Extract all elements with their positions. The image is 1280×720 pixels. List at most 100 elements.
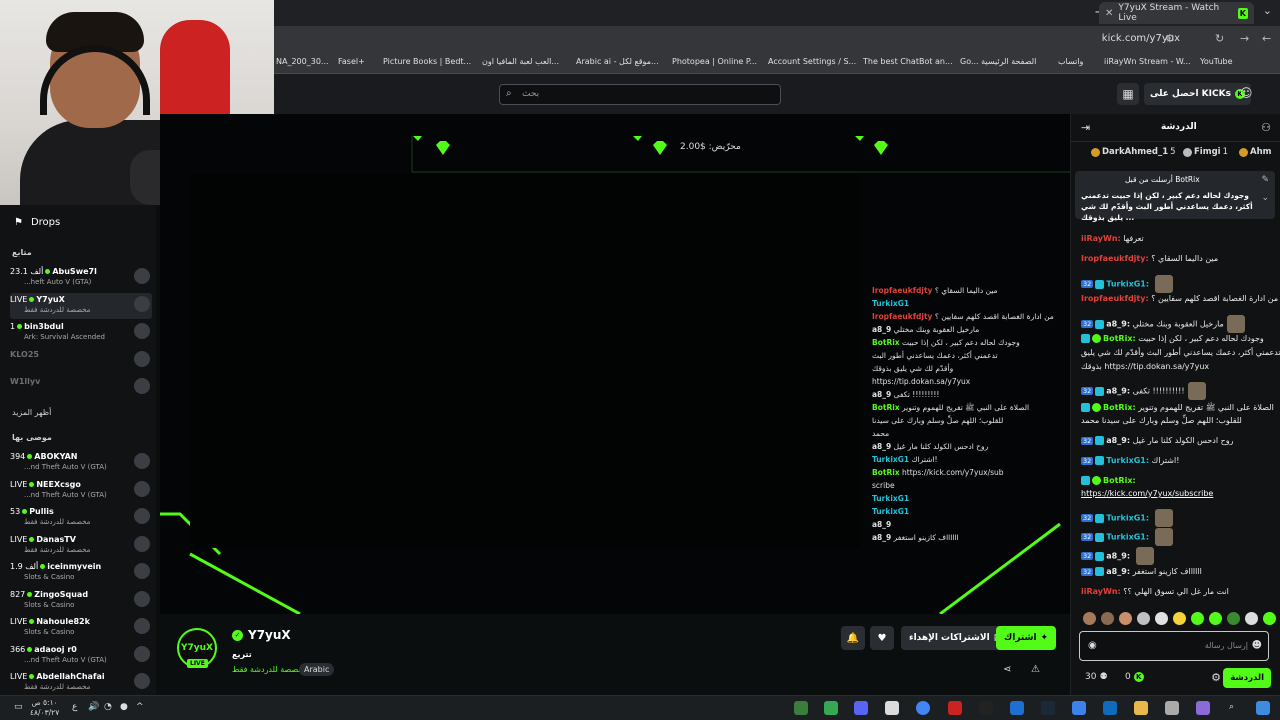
- bookmark-google[interactable]: Go... الصفحة الرئيسية: [960, 57, 1036, 66]
- bookmark-account-settings[interactable]: Account Settings / S...: [768, 57, 856, 66]
- pin-icon[interactable]: ✎: [1261, 175, 1269, 185]
- bookmark-chatbot[interactable]: The best ChatBot an...: [863, 57, 953, 66]
- sidebar-channel-item[interactable]: LIVE DanasTV مخصصة للدردشة فقط: [10, 533, 152, 559]
- emote-icon[interactable]: [1155, 612, 1168, 625]
- chat-message[interactable]: للقلوب؛ اللهم صلِّ وسلم وبارك على سيدنا …: [1081, 416, 1242, 425]
- gifter-item[interactable]: Ahm: [1239, 147, 1272, 157]
- emote-icon[interactable]: [1209, 612, 1222, 625]
- smiley-icon[interactable]: ☻: [1252, 640, 1262, 651]
- site-settings-icon[interactable]: ⚙: [1165, 32, 1175, 45]
- gift-subs-button[interactable]: الاشتراكات الإهداء ▤: [901, 626, 1011, 650]
- chat-username[interactable]: BotRix:: [1103, 476, 1136, 485]
- subscribe-button[interactable]: اشتراك ✦: [996, 626, 1057, 650]
- mic-icon[interactable]: ●: [120, 702, 128, 712]
- notification-icon[interactable]: ▭: [14, 702, 23, 712]
- emote-icon[interactable]: [1245, 612, 1258, 625]
- chat-username[interactable]: a8_9:: [1106, 436, 1130, 445]
- bookmark-photopea[interactable]: Photopea | Online P...: [672, 57, 757, 66]
- chevron-down-icon[interactable]: ⌄: [1261, 193, 1269, 203]
- chat-message[interactable]: بذوقك https://tip.dokan.sa/y7yux: [1081, 362, 1209, 371]
- emote-icon[interactable]: [1227, 612, 1240, 625]
- bookmark-youtube[interactable]: YouTube: [1200, 57, 1233, 66]
- emote-icon[interactable]: [1119, 612, 1132, 625]
- user-menu-icon[interactable]: ☺: [1240, 86, 1253, 100]
- search-icon[interactable]: ⌕: [1229, 702, 1234, 712]
- chat-username[interactable]: TurkixG1:: [1106, 280, 1149, 289]
- drops-link[interactable]: ⚑ Drops: [14, 217, 60, 228]
- chat-username[interactable]: Iropfaeukfdjty:: [1081, 294, 1149, 303]
- chat-settings-gear-icon[interactable]: ⚙: [1211, 671, 1221, 684]
- emote-icon[interactable]: [1137, 612, 1150, 625]
- reload-icon[interactable]: ↻: [1215, 32, 1224, 45]
- forward-icon[interactable]: →: [1240, 32, 1249, 45]
- file-explorer-icon[interactable]: [1134, 701, 1148, 715]
- chat-message[interactable]: 32 TurkixG1: اشتراك!: [1081, 456, 1179, 465]
- chat-message[interactable]: https://kick.com/y7yux/subscribe: [1081, 489, 1213, 498]
- chat-username[interactable]: a8_9:: [1106, 387, 1130, 396]
- obs-icon[interactable]: [948, 701, 962, 715]
- emote-picker-icon[interactable]: ◉: [1088, 640, 1097, 651]
- chat-message[interactable]: 32 a8_9: ااااااف كازينو استغفر: [1081, 567, 1202, 576]
- chat-username[interactable]: BotRix:: [1103, 334, 1136, 343]
- gifter-item[interactable]: Fimgi 1: [1183, 147, 1228, 157]
- chat-username[interactable]: a8_9:: [1106, 320, 1130, 329]
- wifi-icon[interactable]: ◔: [104, 702, 112, 712]
- language-indicator-icon[interactable]: ع: [72, 702, 77, 712]
- chrome-icon[interactable]: [916, 701, 930, 715]
- chat-message-input[interactable]: ◉ إرسال رسالة ☻: [1079, 631, 1269, 661]
- chat-username[interactable]: a8_9:: [1106, 552, 1130, 561]
- discord-icon[interactable]: [854, 701, 868, 715]
- sidebar-channel-item[interactable]: 23.1 ألف AbuSwe7l ...heft Auto V (GTA): [10, 265, 152, 291]
- bookmark-whatsapp[interactable]: واتساب: [1058, 57, 1083, 66]
- epic-games-icon[interactable]: [979, 701, 993, 715]
- chat-username[interactable]: TurkixG1:: [1106, 514, 1149, 523]
- sidebar-channel-item[interactable]: LIVE Nahoule82k Slots & Casino: [10, 615, 152, 641]
- sidebar-channel-item[interactable]: LIVE AbdellahChafai مخصصة للدردشة فقط: [10, 670, 152, 696]
- chat-message[interactable]: 32 TurkixG1:: [1081, 528, 1173, 546]
- sidebar-channel-item[interactable]: KLO25: [10, 348, 152, 374]
- sidebar-channel-item[interactable]: 1 bin3bdul Ark: Survival Ascended: [10, 320, 152, 346]
- volume-icon[interactable]: 🔊: [88, 702, 99, 712]
- task-view-icon[interactable]: [1165, 701, 1179, 715]
- chat-username[interactable]: TurkixG1:: [1106, 533, 1149, 542]
- copilot-icon[interactable]: [1196, 701, 1210, 715]
- emote-icon[interactable]: [1173, 612, 1186, 625]
- sidebar-channel-item[interactable]: 366 adaooj r0 ...nd Theft Auto V (GTA): [10, 643, 152, 669]
- chat-message[interactable]: 32 a8_9: روح ادحس الكولد كلنا مار غيل: [1081, 436, 1234, 445]
- store-app-icon[interactable]: [1072, 701, 1086, 715]
- video-player[interactable]: محرّيض: $2.00 Iropfaeukfdjty مين داليما …: [160, 114, 1070, 614]
- channel-points[interactable]: 0K: [1125, 672, 1144, 682]
- sidebar-channel-item[interactable]: W1llyv: [10, 375, 152, 401]
- store-icon[interactable]: ▦: [1117, 83, 1139, 105]
- notification-bell-button[interactable]: 🔔: [841, 626, 865, 650]
- sidebar-channel-item[interactable]: LIVE NEEXcsgo ...nd Theft Auto V (GTA): [10, 478, 152, 504]
- chat-message[interactable]: 32 TurkixG1:: [1081, 509, 1173, 527]
- emote-icon[interactable]: [1083, 612, 1096, 625]
- capcut-icon[interactable]: [885, 701, 899, 715]
- bookmark-iiraywn[interactable]: iiRayWn Stream - W...: [1104, 57, 1191, 66]
- chat-message[interactable]: 32 a8_9:: [1081, 547, 1154, 565]
- bookmark-fasel[interactable]: Fasel+: [338, 57, 365, 66]
- collapse-chat-icon[interactable]: ⇥: [1081, 121, 1090, 134]
- close-tab-icon[interactable]: ✕: [1105, 8, 1113, 19]
- chat-message[interactable]: Iropfaeukfdjty: من ادارة الغصابة اقصد كل…: [1081, 294, 1278, 303]
- edge-icon[interactable]: [1103, 701, 1117, 715]
- sidebar-channel-item[interactable]: 1.9 ألف iceinmyvein Slots & Casino: [10, 560, 152, 586]
- chat-text[interactable]: https://kick.com/y7yux/subscribe: [1081, 489, 1213, 498]
- sidebar-channel-item[interactable]: 53 Pullis مخصصة للدردشة فقط: [10, 505, 152, 531]
- chat-message[interactable]: 32 a8_9: تكفى !!!!!!!!!!: [1081, 382, 1206, 400]
- sidebar-channel-item[interactable]: LIVE Y7yuX مخصصة للدردشة فقط: [10, 292, 152, 319]
- bookmark-picture-books[interactable]: Picture Books | Bedt...: [383, 57, 471, 66]
- xbox-app-icon[interactable]: [794, 701, 808, 715]
- chat-message[interactable]: 32 a8_9: مارخيل العقوبة وبنك مختلي: [1081, 315, 1245, 333]
- chat-message[interactable]: تدعمني أكثر، دعمك يساعدني أطور البث وأقد…: [1081, 348, 1280, 357]
- tab-list-chevron-icon[interactable]: ⌄: [1263, 4, 1272, 17]
- chat-users-icon[interactable]: ⚇: [1261, 121, 1271, 134]
- sidebar-channel-item[interactable]: 394 ABOKYAN ...nd Theft Auto V (GTA): [10, 450, 152, 476]
- get-kicks-button[interactable]: احصل على KICKs K: [1144, 83, 1251, 105]
- system-clock[interactable]: ٥:١٠ ص ٤٨/٠٣/٢٧: [30, 698, 59, 718]
- chat-message[interactable]: Iropfaeukfdjty: مين داليما السقاي ؟: [1081, 254, 1218, 263]
- chat-message[interactable]: BotRix: وجودك لحاله دعم كبير ، لكن إذا ح…: [1081, 334, 1264, 343]
- language-tag[interactable]: Arabic: [299, 663, 335, 676]
- send-chat-button[interactable]: الدردشة: [1223, 668, 1271, 688]
